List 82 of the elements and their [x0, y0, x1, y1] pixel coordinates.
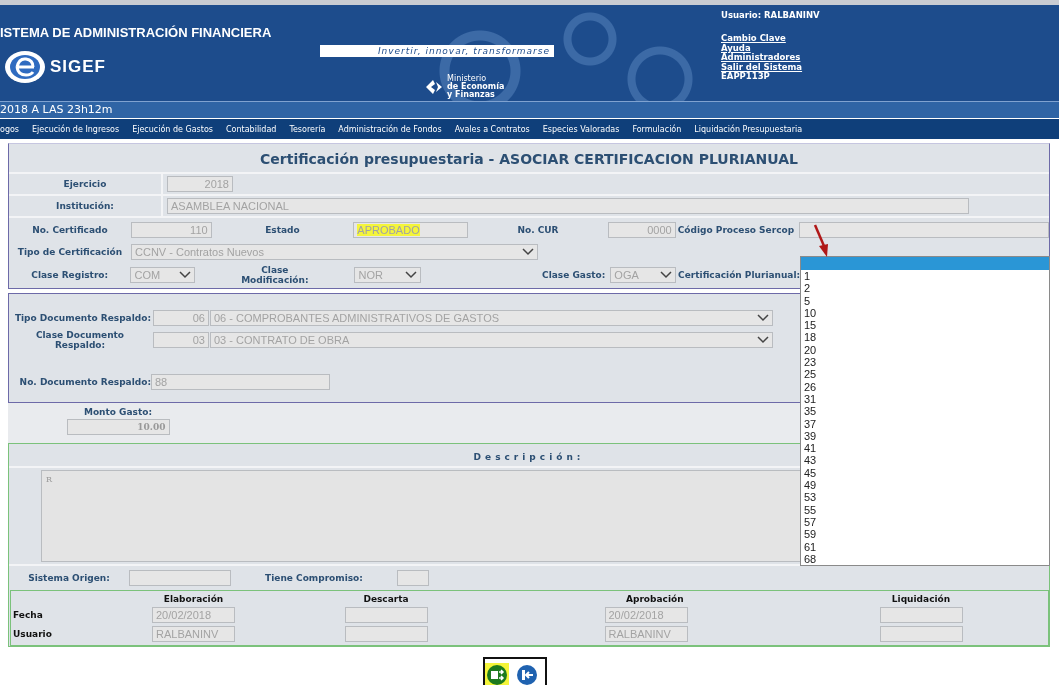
menu-item[interactable]: Especies Valoradas — [542, 124, 620, 134]
input-field[interactable] — [129, 570, 231, 586]
dropdown-option[interactable]: 35 — [801, 405, 1049, 418]
dropdown-option[interactable]: 23 — [801, 356, 1049, 369]
column-header: Aprobación — [625, 594, 685, 604]
field-label: Clase Documento Respaldo: — [34, 330, 126, 350]
header-link[interactable]: Salir del Sistema — [721, 62, 803, 72]
dropdown-option[interactable]: 43 — [801, 454, 1049, 467]
dropdown-option[interactable]: 15 — [801, 319, 1049, 332]
chevron-icon — [405, 271, 418, 279]
dropdown-option[interactable]: 5 — [801, 294, 1049, 307]
exit-icon — [516, 665, 537, 685]
row-label: Fecha — [12, 610, 44, 620]
arrows-icon — [486, 665, 507, 685]
screen-code: EAPP113P — [721, 72, 771, 82]
field-label: No. Documento Respaldo: — [18, 377, 151, 387]
dropdown-option[interactable]: 1 — [801, 270, 1049, 283]
dropdown-option[interactable]: 31 — [801, 392, 1049, 406]
section-title: Descripción: — [473, 452, 585, 462]
process-button[interactable] — [484, 663, 509, 685]
chevron-icon — [757, 336, 769, 344]
column-header: Liquidación — [890, 594, 952, 604]
field-label: Tipo Documento Respaldo: — [13, 313, 151, 323]
header-link[interactable]: Ayuda — [721, 43, 751, 53]
header-link[interactable]: Cambio Clave — [721, 34, 786, 44]
field-label: Institución: — [9, 196, 163, 216]
dropdown-option[interactable]: 25 — [801, 368, 1049, 381]
dropdown-option[interactable]: 20 — [801, 343, 1049, 357]
field-label: Clase Modificación: — [240, 265, 310, 285]
chevron-icon — [522, 248, 534, 256]
date-text: 2018 A LAS 23h12m — [0, 103, 113, 116]
field-label: Clase Gasto: — [541, 270, 607, 280]
input-field[interactable] — [879, 607, 963, 623]
menu-item[interactable]: Formulación — [632, 124, 682, 134]
menu-item[interactable]: Administración de Fondos — [338, 124, 442, 134]
input-field[interactable] — [799, 222, 1049, 238]
system-title: ISTEMA DE ADMINISTRACIÓN FINANCIERA — [0, 25, 273, 40]
field-label: Sistema Origen: — [27, 573, 111, 583]
input-field[interactable] — [879, 626, 963, 642]
field-label: Monto Gasto: — [83, 407, 153, 417]
menu-item[interactable]: Contabilidad — [226, 124, 277, 134]
row-label: Usuario — [12, 629, 53, 639]
chevron-icon — [179, 271, 192, 279]
dropdown-option[interactable]: 18 — [801, 331, 1049, 344]
field-label: Ejercicio — [9, 174, 163, 194]
dropdown-option[interactable]: 26 — [801, 380, 1049, 393]
field-label: Clase Registro: — [30, 270, 110, 280]
column-header: Descarta — [362, 594, 410, 604]
input-field[interactable] — [344, 607, 428, 623]
ministry-logo-icon — [424, 78, 444, 96]
field-label: No. CUR — [516, 225, 560, 235]
dropdown-option[interactable]: 2 — [801, 282, 1049, 295]
slogan-text: Invertir, innovar, transformarse — [320, 45, 554, 57]
field-label: Tiene Compromiso: — [264, 573, 364, 583]
menu-item[interactable]: Tesorería — [289, 124, 326, 134]
menu-item[interactable]: Ejecución de Ingresos — [32, 124, 120, 134]
user-label: Usuario: RALBANINV — [721, 10, 821, 20]
chevron-icon — [757, 314, 769, 322]
menu-item[interactable]: ogos — [0, 124, 20, 134]
column-header: Elaboración — [162, 594, 225, 604]
field-label: No. Certificado — [31, 225, 109, 235]
highlighted-option[interactable] — [801, 257, 1049, 270]
field-label: Certificación Plurianual: — [677, 270, 801, 280]
chevron-icon — [660, 271, 673, 279]
dropdown-option[interactable]: 37 — [801, 417, 1049, 430]
field-label: Tipo de Certificación — [16, 247, 124, 257]
menu-item[interactable]: Liquidación Presupuestaria — [694, 124, 803, 134]
dropdown-option[interactable]: 41 — [801, 442, 1049, 455]
logo-text: SIGEF — [50, 57, 106, 77]
menu-item[interactable]: Ejecución de Gastos — [132, 124, 213, 134]
dropdown-option[interactable]: 39 — [801, 429, 1049, 443]
logo-icon — [4, 50, 46, 84]
input-field[interactable] — [344, 626, 428, 642]
field-label: Código Proceso Sercop — [676, 225, 796, 235]
dropdown-option[interactable]: 10 — [801, 306, 1049, 320]
form-title: Certificación presupuestaria - ASOCIAR CERTIFICACION PLURIANUAL — [9, 144, 1049, 174]
input-field[interactable] — [397, 570, 429, 586]
field-label: Estado — [264, 225, 301, 235]
exit-button[interactable] — [514, 663, 539, 685]
header-link[interactable]: Administradores — [721, 53, 801, 63]
menu-item[interactable]: Avales a Contratos — [454, 124, 530, 134]
ministry-name: Ministerio de Economía y Finanzas — [447, 75, 505, 99]
